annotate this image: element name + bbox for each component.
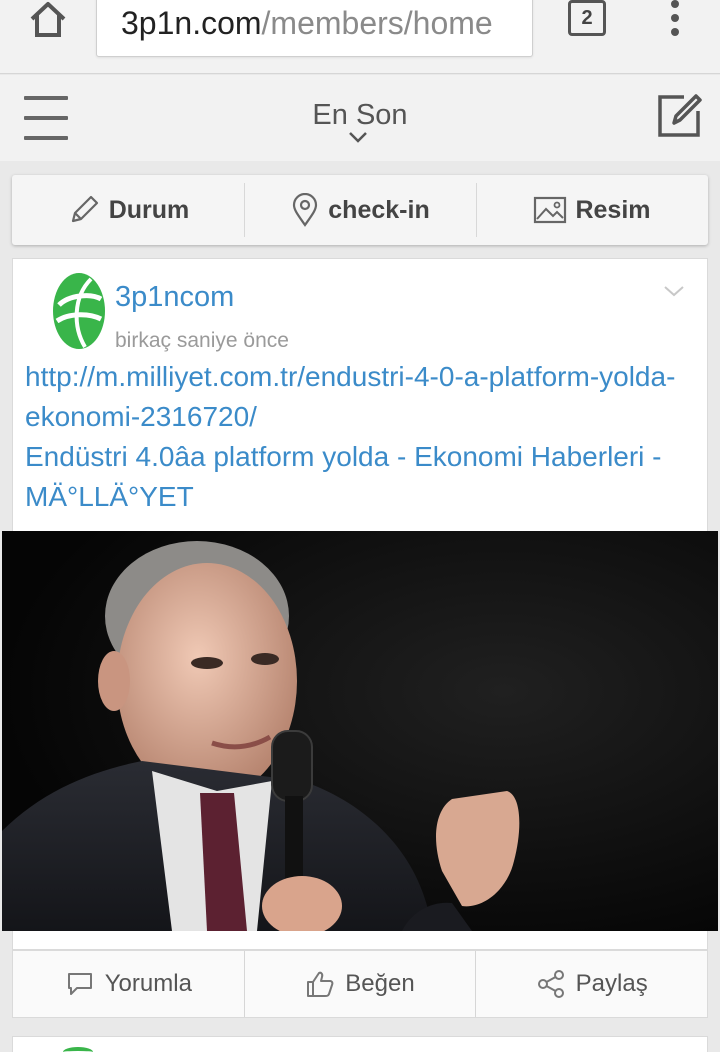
- author-avatar[interactable]: [51, 271, 107, 351]
- thumbs-up-icon: [307, 971, 334, 997]
- pencil-icon: [71, 195, 98, 223]
- like-label: Beğen: [345, 970, 415, 997]
- compose-icon[interactable]: [654, 91, 704, 141]
- next-post-avatar: [63, 1047, 93, 1052]
- overflow-menu-icon[interactable]: [660, 0, 690, 40]
- location-pin-icon: [293, 193, 318, 227]
- checkin-button[interactable]: check-in: [244, 175, 476, 245]
- status-label: Durum: [108, 195, 190, 224]
- feed-filter-title[interactable]: En Son: [260, 99, 460, 132]
- image-icon: [534, 196, 567, 224]
- image-button[interactable]: Resim: [476, 175, 708, 245]
- tab-switcher-button[interactable]: 2: [568, 0, 606, 36]
- next-post-card: [12, 1036, 708, 1052]
- share-button[interactable]: Paylaş: [475, 951, 707, 1017]
- hamburger-menu-icon[interactable]: [24, 96, 68, 140]
- comment-button[interactable]: Yorumla: [13, 951, 244, 1017]
- new-post-bar: Durum check-in Resim: [12, 175, 708, 245]
- post-author[interactable]: 3p1ncom: [115, 281, 234, 314]
- share-icon: [537, 970, 564, 998]
- url-domain: 3p1n.com: [121, 5, 262, 41]
- chevron-down-icon[interactable]: [348, 131, 368, 143]
- address-bar[interactable]: 3p1n.com/members/home: [96, 0, 533, 57]
- home-icon[interactable]: [22, 0, 74, 38]
- browser-toolbar: 3p1n.com/members/home 2: [0, 0, 720, 74]
- share-label: Paylaş: [575, 970, 648, 997]
- checkin-label: check-in: [328, 195, 430, 224]
- post-link-title[interactable]: Endüstri 4.0âa platform yolda - Ekonomi …: [25, 437, 695, 517]
- post-actions-bar: Yorumla Beğen Paylaş: [12, 950, 708, 1018]
- status-button[interactable]: Durum: [12, 175, 244, 245]
- like-button[interactable]: Beğen: [243, 951, 476, 1017]
- url-path: /members/home: [261, 5, 493, 41]
- post-options-chevron-icon[interactable]: [663, 285, 685, 297]
- comment-label: Yorumla: [104, 970, 192, 997]
- post-content: http://m.milliyet.com.tr/endustri-4-0-a-…: [25, 357, 695, 517]
- post-timestamp: birkaç saniye önce: [115, 329, 289, 352]
- post-link-url[interactable]: http://m.milliyet.com.tr/endustri-4-0-a-…: [25, 357, 695, 437]
- comment-icon: [67, 973, 92, 995]
- post-link-image[interactable]: [2, 531, 718, 931]
- image-label: Resim: [575, 195, 651, 224]
- app-header: En Son: [0, 75, 720, 161]
